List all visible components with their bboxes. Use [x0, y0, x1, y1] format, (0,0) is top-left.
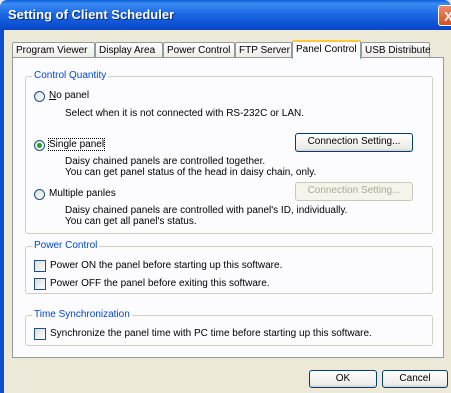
- tab-program-viewer[interactable]: Program Viewer: [12, 42, 95, 57]
- tab-panel-control[interactable]: Panel Control: [292, 40, 361, 59]
- tab-power-control[interactable]: Power Control: [163, 42, 235, 57]
- power-off-checkbox[interactable]: [34, 278, 46, 290]
- multiple-panels-label[interactable]: Multiple panles: [49, 188, 116, 199]
- window-frame: [0, 30, 4, 393]
- single-panel-radio[interactable]: [34, 140, 45, 151]
- multiple-panels-description-2: You can get all panel's status.: [65, 216, 197, 227]
- power-off-label[interactable]: Power OFF the panel before exiting this …: [50, 278, 270, 289]
- no-panel-label[interactable]: No panel: [49, 90, 89, 101]
- control-quantity-group: Control Quantity No panel Select when it…: [25, 70, 433, 234]
- ok-button[interactable]: OK: [309, 370, 377, 388]
- time-sync-checkbox[interactable]: [34, 328, 46, 340]
- title-bar[interactable]: Setting of Client Scheduler X: [0, 0, 451, 30]
- time-sync-legend: Time Synchronization: [32, 309, 132, 320]
- panel-control-page: Control Quantity No panel Select when it…: [12, 57, 444, 358]
- radio-selected-dot: [37, 143, 42, 148]
- time-sync-label[interactable]: Synchronize the panel time with PC time …: [50, 328, 372, 339]
- multiple-panels-description-1: Daisy chained panels are controlled with…: [65, 205, 348, 216]
- power-on-label[interactable]: Power ON the panel before starting up th…: [50, 260, 282, 271]
- single-panel-label[interactable]: Single panel: [47, 138, 106, 151]
- tab-ftp-server[interactable]: FTP Server: [235, 42, 292, 57]
- power-control-group: Power Control Power ON the panel before …: [25, 240, 433, 294]
- window-title: Setting of Client Scheduler: [8, 7, 175, 22]
- cancel-button[interactable]: Cancel: [382, 370, 448, 388]
- close-icon[interactable]: X: [438, 5, 451, 26]
- no-panel-description: Select when it is not connected with RS-…: [65, 108, 305, 119]
- tab-usb-distribute[interactable]: USB Distribute: [361, 42, 431, 57]
- control-quantity-legend: Control Quantity: [32, 70, 109, 81]
- single-panel-description-1: Daisy chained panels are controlled toge…: [65, 156, 266, 167]
- power-on-checkbox[interactable]: [34, 260, 46, 272]
- single-connection-setting-button[interactable]: Connection Setting...: [295, 133, 413, 152]
- power-control-legend: Power Control: [32, 240, 100, 251]
- multiple-connection-setting-button[interactable]: Connection Setting...: [295, 182, 413, 201]
- time-sync-group: Time Synchronization Synchronize the pan…: [25, 309, 433, 346]
- tab-display-area[interactable]: Display Area: [95, 42, 163, 57]
- single-panel-description-2: You can get panel status of the head in …: [65, 167, 317, 178]
- multiple-panels-radio[interactable]: [34, 189, 45, 200]
- no-panel-radio[interactable]: [34, 91, 45, 102]
